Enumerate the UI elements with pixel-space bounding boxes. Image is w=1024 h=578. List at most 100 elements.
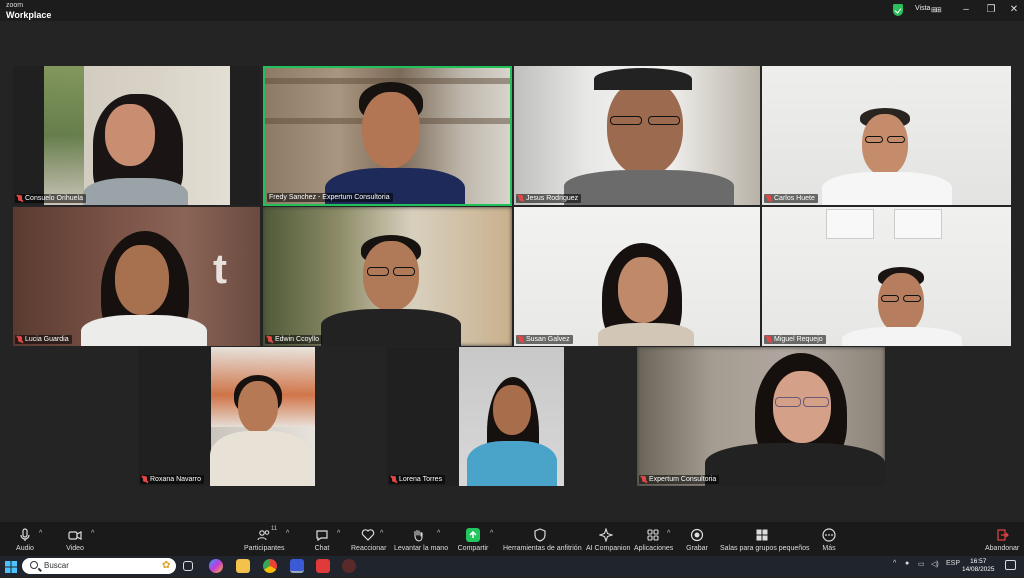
raise-hand-label: Levantar la mano [394, 545, 449, 552]
encryption-shield-icon[interactable] [893, 4, 903, 16]
participant-body [81, 315, 207, 346]
video-tile[interactable]: t Lucia Guardia [13, 207, 260, 346]
share-screen-icon [466, 528, 480, 542]
mic-muted-icon [518, 336, 524, 343]
raise-hand-button[interactable]: Levantar la mano [394, 522, 448, 552]
participant-body [598, 323, 694, 346]
participant-name-tag: Fredy Sanchez - Expertum Consultoria [267, 193, 393, 202]
record-button[interactable]: Grabar [684, 522, 710, 552]
chat-options-chevron-icon[interactable]: ^ [337, 530, 340, 537]
tray-chevron-icon[interactable]: ^ [893, 560, 896, 567]
view-grid-icon[interactable]: ⊞⊞ [931, 6, 942, 14]
ai-companion-button[interactable]: AI Companion [586, 522, 630, 552]
video-tile[interactable]: Consuelo Orihuela [13, 66, 260, 205]
glasses [393, 267, 415, 276]
leave-door-icon [995, 528, 1009, 542]
windows-taskbar: Buscar ✿ ^ ● ▭ ◁) ESP 16:57 14/08/2025 [0, 556, 1024, 576]
search-highlight-icon: ✿ [162, 560, 171, 571]
participant-face [493, 385, 531, 435]
participant-body [842, 327, 962, 346]
minimize-button[interactable]: – [957, 2, 975, 18]
participant-face [363, 241, 419, 311]
video-button[interactable]: Video [62, 522, 88, 552]
apps-button[interactable]: Aplicaciones [634, 522, 673, 552]
participant-face [362, 92, 420, 168]
windows-start-icon[interactable] [5, 560, 17, 573]
participants-options-chevron-icon[interactable]: ^ [286, 530, 289, 537]
breakout-rooms-button[interactable]: Salas para grupos pequeños [720, 522, 810, 552]
video-tile[interactable]: Susan Galvez [514, 207, 760, 346]
clock-time: 16:57 [970, 558, 987, 565]
apps-options-chevron-icon[interactable]: ^ [667, 530, 670, 537]
participant-name-tag: Lorena Torres [389, 475, 446, 484]
chrome-icon[interactable] [263, 559, 277, 573]
video-tile-active-speaker[interactable]: Fredy Sanchez - Expertum Consultoria [263, 66, 512, 206]
video-tile[interactable]: Lorena Torres [387, 347, 564, 486]
apps-icon [646, 528, 660, 542]
glasses [775, 397, 801, 407]
hand-icon [411, 528, 425, 542]
participant-body [210, 431, 310, 486]
chat-bubble-icon [315, 528, 329, 542]
glasses [887, 136, 905, 143]
host-tools-button[interactable]: Herramientas de anfitrión [503, 522, 582, 552]
share-options-chevron-icon[interactable]: ^ [490, 530, 493, 537]
video-tile[interactable]: Roxana Navarro [138, 347, 315, 486]
audio-options-chevron-icon[interactable]: ^ [39, 530, 42, 537]
participant-face [105, 104, 155, 166]
participant-body [705, 443, 885, 486]
more-button[interactable]: Más [817, 522, 841, 552]
participants-label: Participantes [244, 545, 285, 552]
glasses [881, 295, 899, 302]
zoom-logo: zoom Workplace [6, 2, 52, 20]
video-app-icon[interactable] [316, 559, 330, 573]
tray-mic-icon[interactable]: ● [905, 560, 909, 567]
wall-sign [894, 209, 942, 239]
logo-text-bottom: Workplace [6, 10, 52, 20]
participant-name-tag: Carlos Huete [764, 194, 818, 203]
wall-sign [826, 209, 874, 239]
more-label: Más [822, 545, 836, 552]
title-bar: zoom Workplace Vista ⊞⊞ – ❐ ✕ [0, 0, 1024, 21]
glasses [865, 136, 883, 143]
zoom-app-icon[interactable] [290, 559, 304, 573]
media-app-icon[interactable] [342, 559, 356, 573]
logo-text-top: zoom [6, 2, 24, 9]
copilot-icon[interactable] [209, 559, 223, 573]
chat-button[interactable]: Chat [310, 522, 334, 552]
task-view-icon[interactable] [183, 561, 193, 571]
participant-name: Jesus Rodriguez [526, 195, 579, 202]
video-tile[interactable]: Edwin Ccoyllo [263, 207, 512, 346]
close-button[interactable]: ✕ [1005, 2, 1023, 18]
file-explorer-icon[interactable] [236, 559, 250, 573]
taskbar-search-box[interactable]: Buscar ✿ [22, 558, 176, 574]
leave-button[interactable]: Abandonar [985, 522, 1019, 552]
notifications-icon[interactable] [1005, 560, 1016, 570]
participant-body [467, 441, 557, 486]
video-options-chevron-icon[interactable]: ^ [91, 530, 94, 537]
video-tile[interactable]: Miguel Requejo [762, 207, 1011, 346]
record-icon [690, 528, 704, 542]
share-screen-button[interactable]: Compartir [457, 522, 489, 552]
mic-muted-icon [641, 476, 647, 483]
mic-muted-icon [518, 195, 524, 202]
taskbar-clock[interactable]: 16:57 14/08/2025 [962, 558, 995, 574]
audio-button[interactable]: Audio [12, 522, 38, 552]
video-tile[interactable]: Carlos Huete [762, 66, 1011, 205]
mic-muted-icon [17, 336, 23, 343]
video-tile[interactable]: Jesus Rodriguez [514, 66, 760, 205]
glasses [648, 116, 680, 125]
video-tile[interactable]: Expertum Consultoria [637, 347, 885, 486]
language-indicator[interactable]: ESP [946, 560, 960, 567]
reactions-options-chevron-icon[interactable]: ^ [380, 530, 383, 537]
participant-face [862, 114, 908, 176]
tray-volume-icon[interactable]: ◁) [931, 560, 939, 568]
tray-network-icon[interactable]: ▭ [918, 560, 925, 568]
reactions-button[interactable]: Reaccionar [351, 522, 386, 552]
glasses [903, 295, 921, 302]
maximize-button[interactable]: ❐ [982, 2, 1000, 18]
participants-button[interactable]: Participantes [244, 522, 284, 552]
raise-hand-options-chevron-icon[interactable]: ^ [437, 530, 440, 537]
participant-name-tag: Susan Galvez [516, 335, 573, 344]
view-button[interactable]: Vista [915, 5, 930, 12]
